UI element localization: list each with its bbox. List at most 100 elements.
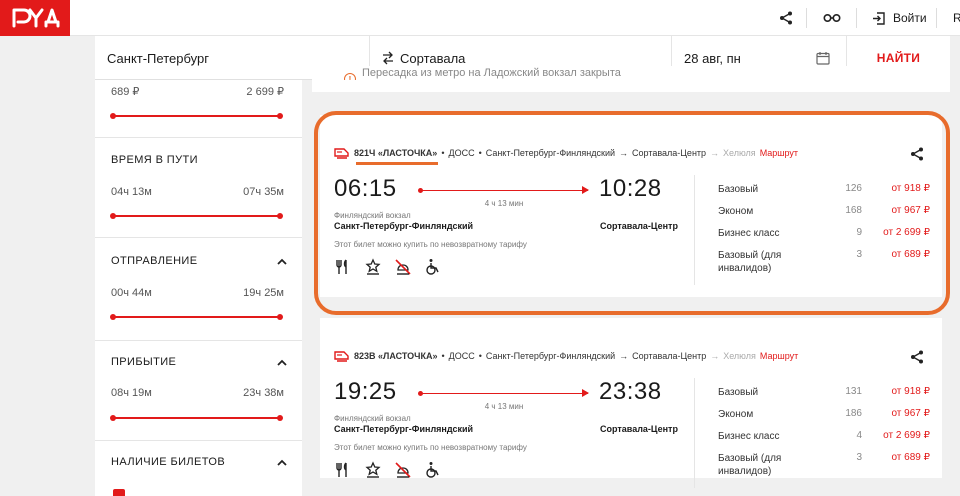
journey-line bbox=[418, 389, 589, 397]
train-header: 823В «ЛАСТОЧКА» • ДОСС • Санкт-Петербург… bbox=[334, 350, 798, 362]
login-icon bbox=[873, 11, 885, 25]
class-name: Базовый bbox=[718, 387, 759, 398]
class-price: от 967 ₽ bbox=[891, 408, 930, 419]
top-separator bbox=[936, 8, 937, 28]
train-number[interactable]: 823В «ЛАСТОЧКА» bbox=[354, 351, 437, 361]
class-name: Базовый (для инвалидов) bbox=[718, 453, 782, 477]
train-number-underline bbox=[356, 162, 438, 165]
arrival-slider[interactable] bbox=[110, 415, 283, 421]
journey-duration: 4 ч 13 мин bbox=[484, 402, 524, 411]
arrival-time: 23:38 bbox=[599, 378, 662, 405]
availability-checkbox[interactable] bbox=[113, 489, 125, 496]
travel-time-values: 04ч 13м 07ч 35м bbox=[111, 186, 284, 198]
seat-count: 9 bbox=[856, 227, 862, 238]
class-name: Эконом bbox=[718, 206, 754, 217]
route-to: Сортавала-Центр bbox=[632, 351, 707, 361]
departure-time: 19:25 bbox=[334, 378, 397, 405]
class-row[interactable]: Базовый (для инвалидов) 3 от 689 ₽ bbox=[718, 452, 930, 478]
train-header: 821Ч «ЛАСТОЧКА» • ДОСС • Санкт-Петербург… bbox=[334, 147, 798, 159]
arrival-station: Сортавала-Центр bbox=[600, 424, 678, 434]
route-arrow: → bbox=[619, 148, 628, 158]
restaurant-icon bbox=[334, 258, 352, 276]
route-to: Сортавала-Центр bbox=[632, 148, 707, 158]
route-link[interactable]: Маршрут bbox=[760, 351, 798, 361]
class-name: Базовый bbox=[718, 184, 759, 195]
card-divider bbox=[694, 378, 695, 488]
class-price: от 918 ₽ bbox=[891, 386, 930, 397]
train-icon bbox=[334, 351, 349, 362]
comfort-star-icon bbox=[364, 258, 382, 276]
departure-time: 06:15 bbox=[334, 175, 397, 202]
share-icon[interactable] bbox=[776, 8, 796, 28]
restaurant-icon bbox=[334, 461, 352, 479]
swap-icon[interactable] bbox=[382, 51, 394, 65]
route-from: Санкт-Петербург-Финляндский bbox=[485, 351, 616, 361]
departure-station: Санкт-Петербург-Финляндский bbox=[334, 424, 474, 434]
class-price: от 689 ₽ bbox=[891, 452, 930, 463]
chevron-up-icon[interactable] bbox=[276, 357, 288, 369]
notice-text: Пересадка из метро на Ладожский вокзал з… bbox=[362, 67, 621, 79]
travel-time-slider[interactable] bbox=[110, 213, 283, 219]
route-extra-stop: Хелюля bbox=[723, 351, 756, 361]
price-slider[interactable] bbox=[110, 113, 283, 119]
arrival-station: Сортавала-Центр bbox=[600, 221, 678, 231]
class-row[interactable]: Эконом 168 от 967 ₽ bbox=[718, 205, 930, 218]
travel-time-max: 07ч 35м bbox=[243, 186, 284, 198]
language-switch[interactable]: R bbox=[953, 11, 960, 25]
accessibility-glasses-icon[interactable] bbox=[822, 8, 842, 28]
seat-count: 186 bbox=[845, 408, 862, 419]
class-name: Бизнес класс bbox=[718, 228, 780, 239]
seat-count: 3 bbox=[856, 249, 862, 260]
no-pets-icon bbox=[394, 258, 412, 276]
wheelchair-icon bbox=[424, 461, 442, 479]
share-icon[interactable] bbox=[910, 147, 924, 161]
from-value: Санкт-Петербург bbox=[107, 50, 209, 66]
class-price: от 918 ₽ bbox=[891, 183, 930, 194]
tariff-note: Этот билет можно купить по невозвратному… bbox=[334, 240, 527, 249]
class-name: Базовый (для инвалидов) bbox=[718, 250, 782, 274]
seat-count: 3 bbox=[856, 452, 862, 463]
price-max: 2 699 ₽ bbox=[246, 86, 284, 98]
calendar-icon[interactable] bbox=[816, 51, 830, 65]
chevron-up-icon[interactable] bbox=[276, 457, 288, 469]
chevron-up-icon[interactable] bbox=[276, 256, 288, 268]
availability-title: НАЛИЧИЕ БИЛЕТОВ bbox=[111, 456, 226, 468]
carrier-name: ДОСС bbox=[448, 148, 475, 158]
class-price: от 967 ₽ bbox=[891, 205, 930, 216]
filters-sidebar: 689 ₽ 2 699 ₽ ВРЕМЯ В ПУТИ 04ч 13м 07ч 3… bbox=[95, 80, 302, 496]
train-number[interactable]: 821Ч «ЛАСТОЧКА» bbox=[354, 148, 437, 158]
class-row[interactable]: Бизнес класс 9 от 2 699 ₽ bbox=[718, 227, 930, 240]
separator-dot: • bbox=[441, 351, 445, 361]
arrival-time: 10:28 bbox=[599, 175, 662, 202]
seat-count: 4 bbox=[856, 430, 862, 441]
login-button[interactable]: Войти bbox=[872, 8, 927, 28]
departure-slider[interactable] bbox=[110, 314, 283, 320]
top-separator bbox=[806, 8, 807, 28]
separator-dot: • bbox=[478, 351, 482, 361]
departure-values: 00ч 44м 19ч 25м bbox=[111, 287, 284, 299]
rzd-logo[interactable] bbox=[0, 0, 70, 36]
departure-station: Санкт-Петербург-Финляндский bbox=[334, 221, 474, 231]
class-name: Эконом bbox=[718, 409, 754, 420]
class-row[interactable]: Эконом 186 от 967 ₽ bbox=[718, 408, 930, 421]
route-arrow-extra: → bbox=[710, 351, 720, 361]
class-row[interactable]: Базовый 126 от 918 ₽ bbox=[718, 183, 930, 196]
filter-availability: НАЛИЧИЕ БИЛЕТОВ bbox=[95, 441, 302, 496]
class-price: от 2 699 ₽ bbox=[883, 430, 930, 441]
train-card[interactable]: 821Ч «ЛАСТОЧКА» • ДОСС • Санкт-Петербург… bbox=[320, 115, 942, 297]
comfort-star-icon bbox=[364, 461, 382, 479]
seat-count: 168 bbox=[845, 205, 862, 216]
class-row[interactable]: Базовый (для инвалидов) 3 от 689 ₽ bbox=[718, 249, 930, 275]
top-bar: Войти R bbox=[0, 0, 960, 36]
train-card[interactable]: 823В «ЛАСТОЧКА» • ДОСС • Санкт-Петербург… bbox=[320, 318, 942, 488]
price-min: 689 ₽ bbox=[111, 86, 140, 98]
departure-min: 00ч 44м bbox=[111, 287, 152, 299]
route-link[interactable]: Маршрут bbox=[760, 148, 798, 158]
arrival-max: 23ч 38м bbox=[243, 387, 284, 399]
class-price: от 689 ₽ bbox=[891, 249, 930, 260]
class-row[interactable]: Базовый 131 от 918 ₽ bbox=[718, 386, 930, 399]
filter-travel-time: ВРЕМЯ В ПУТИ 04ч 13м 07ч 35м bbox=[95, 138, 302, 238]
share-icon[interactable] bbox=[910, 350, 924, 364]
class-row[interactable]: Бизнес класс 4 от 2 699 ₽ bbox=[718, 430, 930, 443]
filter-arrival: ПРИБЫТИЕ 08ч 19м 23ч 38м bbox=[95, 341, 302, 441]
